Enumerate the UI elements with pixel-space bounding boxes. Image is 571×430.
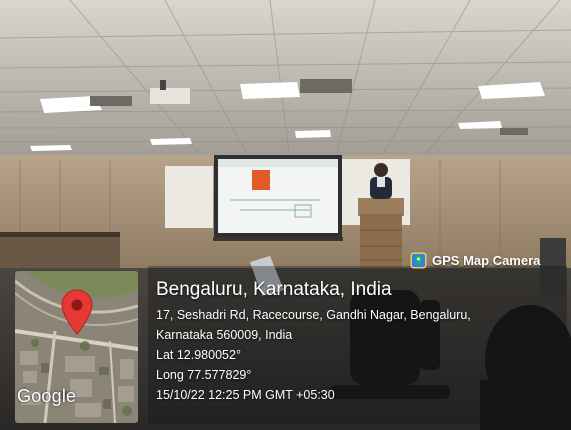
location-details: Bengaluru, Karnataka, India 17, Seshadri…	[156, 278, 568, 405]
gps-map-camera-icon	[410, 252, 427, 268]
map-marker-icon	[61, 289, 93, 335]
address-line-1: 17, Seshadri Rd, Racecourse, Gandhi Naga…	[156, 308, 471, 322]
google-map-attribution: Google	[17, 386, 77, 406]
address-line-2: Karnataka 560009, India	[156, 328, 293, 342]
app-badge-label: GPS Map Camera	[432, 252, 541, 268]
longitude-value: Long 77.577829°	[156, 368, 252, 382]
timestamp-value: 15/10/22 12:25 PM GMT +05:30	[156, 388, 335, 402]
app-badge: GPS Map Camera	[410, 249, 540, 271]
latitude-value: Lat 12.980052°	[156, 348, 241, 362]
location-title: Bengaluru, Karnataka, India	[156, 279, 392, 300]
